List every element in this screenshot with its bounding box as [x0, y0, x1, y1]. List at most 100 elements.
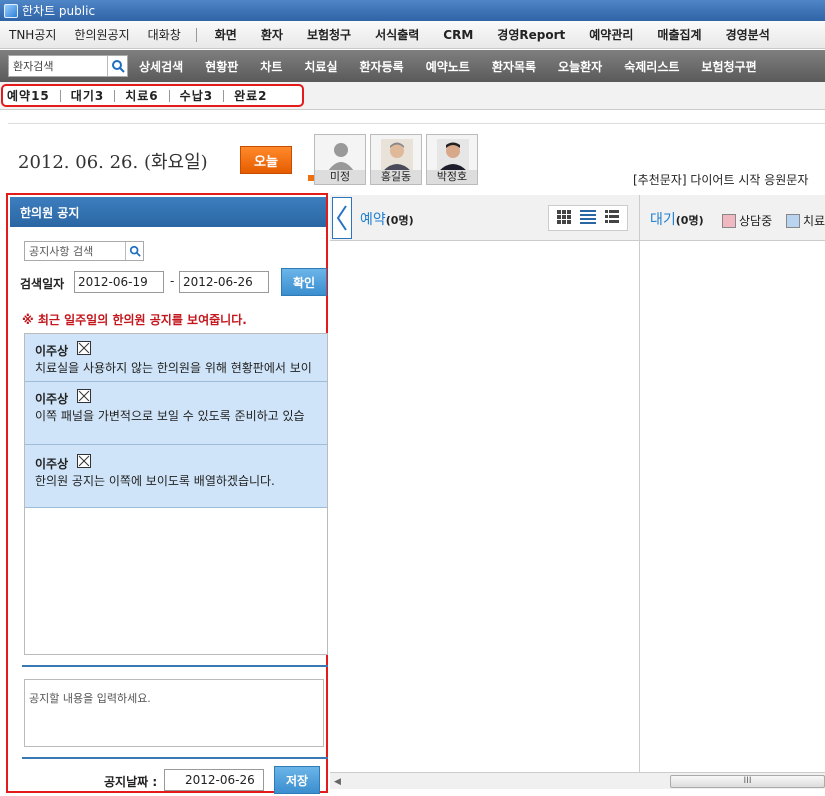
grid-view-icon[interactable] — [556, 209, 572, 228]
confirm-button[interactable]: 확인 — [281, 268, 327, 296]
reservation-header: 예약(0명) — [330, 195, 640, 241]
status-summary: 예약15 대기3 치료6 수납3 완료2 — [1, 84, 304, 107]
scrollbar-thumb[interactable]: III — [670, 775, 825, 788]
status-waiting[interactable]: 대기3 — [71, 87, 104, 104]
menu-item-sales-summary[interactable]: 매출집계 — [645, 26, 713, 43]
list-item[interactable]: 이주상 한의원 공지는 이쪽에 보이도록 배열하겠습니다. — [25, 445, 327, 508]
toolbar-patient-register[interactable]: 환자등록 — [349, 58, 415, 75]
close-icon[interactable] — [77, 454, 91, 468]
search-date-from-input[interactable]: 2012-06-19 — [74, 271, 164, 293]
clinic-notice-panel: 한의원 공지 공지사항 검색 검색일자 2012-06-19 - 2012-06… — [6, 193, 328, 794]
current-date: 2012. 06. 26. (화요일) — [18, 152, 208, 173]
menu-item-screen[interactable]: 화면 — [203, 26, 249, 43]
legend-consulting: 상담중 — [722, 212, 772, 229]
menu-separator — [195, 27, 197, 42]
status-payment[interactable]: 수납3 — [180, 87, 213, 104]
divider — [22, 665, 328, 667]
toolbar: 환자검색 상세검색 현황판 차트 치료실 환자등록 예약노트 환자목록 오늘환자… — [0, 50, 825, 82]
status-treatment[interactable]: 치료6 — [125, 87, 158, 104]
menu-item-clinic-notice[interactable]: 한의원공지 — [65, 26, 138, 43]
notice-search-placeholder: 공지사항 검색 — [29, 245, 94, 258]
title-bar: 한차트 public — [0, 0, 825, 21]
status-separator — [59, 89, 61, 102]
notice-list[interactable]: 이주상 치료실을 사용하지 않는 한의원을 위해 현황판에서 보이 이주상 이쪽… — [24, 333, 328, 655]
chevron-left-icon — [336, 205, 347, 231]
waiting-title: 대기(0명) — [650, 209, 704, 229]
menu-item-reservation-management[interactable]: 예약관리 — [577, 26, 645, 43]
menu-item-crm[interactable]: CRM — [431, 28, 485, 42]
toolbar-insurance-claim[interactable]: 보험청구편 — [690, 58, 767, 75]
status-reservation[interactable]: 예약15 — [7, 87, 50, 104]
toolbar-status-board[interactable]: 현황판 — [194, 58, 249, 75]
doctor-name: 미정 — [315, 170, 365, 184]
status-complete[interactable]: 완료2 — [234, 87, 267, 104]
menu-item-chat[interactable]: 대화창 — [139, 26, 190, 43]
search-icon[interactable] — [107, 56, 127, 76]
search-date-to-input[interactable]: 2012-06-26 — [179, 271, 269, 293]
waiting-header: 대기(0명) 상담중 치료 — [640, 195, 825, 241]
scroll-left-icon[interactable]: ◀ — [334, 777, 341, 787]
legend-swatch — [786, 213, 800, 228]
menu-item-management-report[interactable]: 경영Report — [485, 26, 577, 43]
menu-item-patient[interactable]: 환자 — [249, 26, 295, 43]
list-item[interactable]: 이주상 이쪽 패널을 가변적으로 보일 수 있도록 준비하고 있습 — [25, 382, 327, 445]
close-icon[interactable] — [77, 389, 91, 403]
reservation-list[interactable] — [330, 241, 640, 772]
notice-date-label: 공지날짜 : — [104, 775, 158, 789]
panel-title: 한의원 공지 — [10, 197, 326, 227]
notice-text: 한의원 공지는 이쪽에 보이도록 배열하겠습니다. — [35, 474, 275, 488]
divider — [22, 757, 328, 759]
doctor-card[interactable]: 미정 — [314, 134, 366, 185]
horizontal-scrollbar[interactable]: ◀ III — [330, 772, 825, 789]
notice-content-input[interactable]: 공지할 내용을 입력하세요. — [24, 679, 324, 747]
legend-label: 상담중 — [739, 214, 773, 228]
legend-swatch — [722, 213, 736, 228]
menu-item-insurance-claim[interactable]: 보험청구 — [295, 26, 363, 43]
doctor-name: 박정호 — [427, 170, 477, 184]
person-silhouette-icon — [328, 143, 354, 171]
waiting-title-text: 대기 — [650, 212, 676, 228]
toolbar-patient-list[interactable]: 환자목록 — [481, 58, 547, 75]
list-view-icon[interactable] — [579, 209, 597, 228]
today-button[interactable]: 오늘 — [240, 146, 292, 174]
detail-list-view-icon[interactable] — [604, 209, 620, 228]
toolbar-treatment-room[interactable]: 치료실 — [293, 58, 348, 75]
toolbar-reservation-note[interactable]: 예약노트 — [415, 58, 481, 75]
doctor-card[interactable]: 홍길동 — [370, 134, 422, 185]
view-mode-toggle — [548, 205, 628, 231]
patient-search-input[interactable]: 환자검색 — [8, 55, 128, 77]
menu-bar: TNH공지 한의원공지 대화창 화면 환자 보험청구 서식출력 CRM 경영Re… — [0, 21, 825, 49]
notice-author: 이주상 — [35, 392, 69, 406]
legend-treatment: 치료 — [786, 212, 825, 229]
search-icon[interactable] — [125, 242, 143, 260]
doctor-photo — [437, 139, 469, 171]
notice-author: 이주상 — [35, 344, 69, 358]
waiting-count: (0명) — [675, 214, 704, 227]
date-bar: 2012. 06. 26. (화요일) 오늘 미정 홍길동 박정호 — [8, 123, 825, 189]
toolbar-today-patients[interactable]: 오늘환자 — [547, 58, 613, 75]
save-button[interactable]: 저장 — [274, 766, 320, 794]
doctor-card[interactable]: 박정호 — [426, 134, 478, 185]
collapse-panel-button[interactable] — [332, 197, 352, 239]
legend-label: 치료 — [803, 214, 825, 228]
close-icon[interactable] — [77, 341, 91, 355]
app-icon — [4, 3, 18, 18]
date-range-separator: - — [170, 274, 175, 288]
menu-item-form-print[interactable]: 서식출력 — [363, 26, 431, 43]
notice-text: 치료실을 사용하지 않는 한의원을 위해 현황판에서 보이 — [35, 361, 312, 375]
notice-hint: ※ 최근 일주일의 한의원 공지를 보여줍니다. — [22, 313, 247, 327]
status-bar: 예약15 대기3 치료6 수납3 완료2 [추천문자] 다이어트 시작 응원문자 — [0, 82, 825, 187]
doctor-photo — [381, 139, 413, 171]
toolbar-homework-list[interactable]: 숙제리스트 — [613, 58, 690, 75]
menu-item-management-analysis[interactable]: 경영분석 — [714, 26, 782, 43]
toolbar-chart[interactable]: 차트 — [249, 58, 293, 75]
status-separator — [114, 89, 116, 102]
list-item[interactable]: 이주상 치료실을 사용하지 않는 한의원을 위해 현황판에서 보이 — [25, 334, 327, 382]
menu-item-tnh-notice[interactable]: TNH공지 — [0, 26, 65, 43]
toolbar-detail-search[interactable]: 상세검색 — [128, 58, 194, 75]
patient-search-placeholder: 환자검색 — [13, 60, 54, 73]
notice-search-input[interactable]: 공지사항 검색 — [24, 241, 144, 261]
reservation-title-text: 예약 — [360, 212, 386, 228]
search-date-label: 검색일자 — [20, 277, 65, 291]
notice-date-input[interactable]: 2012-06-26 — [164, 769, 264, 791]
